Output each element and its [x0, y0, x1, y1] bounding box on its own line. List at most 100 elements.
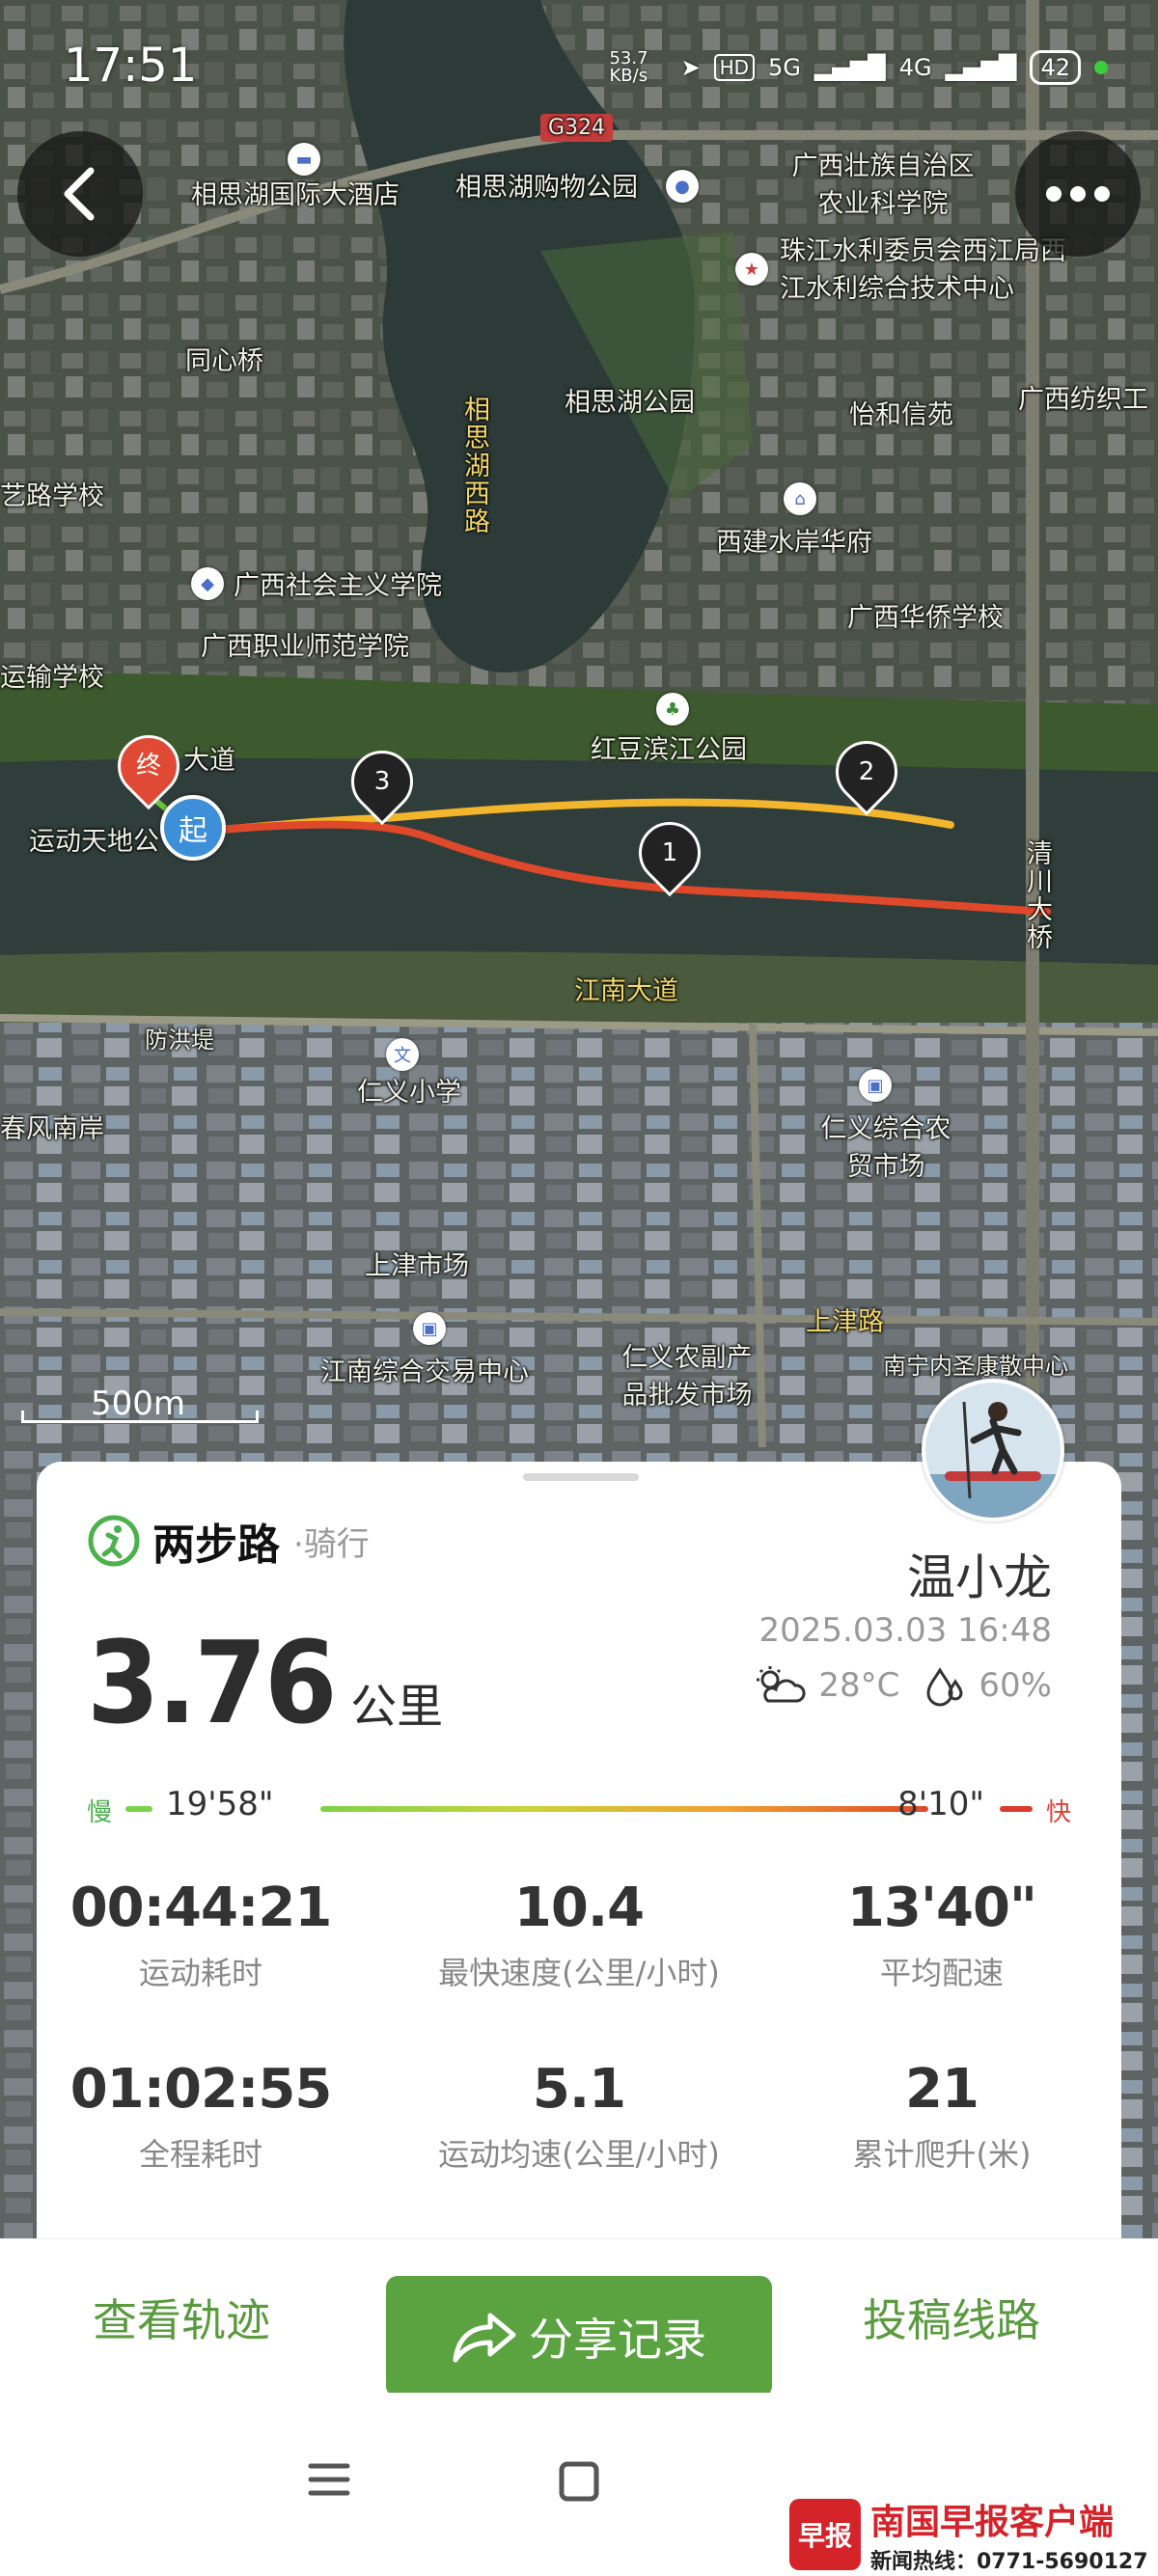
share-arrow-icon	[453, 2313, 516, 2363]
stat-value: 21	[905, 2058, 979, 2121]
status-icons: 53.7 KB/s ➤ HD 5G ▂▄▆█ 4G ▂▄▆█ 42	[609, 50, 1108, 85]
map-label: 艺路学校	[0, 481, 104, 511]
battery-icon: 42	[1030, 50, 1081, 85]
watermark-title: 南国早报客户端	[870, 2503, 1115, 2542]
map-label: 怡和信苑	[849, 400, 953, 430]
map-label: 同心桥	[185, 346, 263, 376]
status-bar: 17:51 53.7 KB/s ➤ HD 5G ▂▄▆█ 4G ▂▄▆█ 42	[0, 0, 1158, 135]
share-button[interactable]: 分享记录	[386, 2276, 772, 2398]
map-label: 相思湖购物公园	[455, 173, 638, 203]
map-label: 仁义综合农贸市场	[820, 1114, 951, 1182]
km-marker-label: 1	[661, 838, 678, 867]
map-label: 防洪堤	[145, 1027, 214, 1054]
status-time: 17:51	[64, 39, 198, 93]
map-label: 江南综合交易中心	[320, 1357, 529, 1387]
brand-logo-icon	[88, 1515, 140, 1567]
watermark-logo: 早报	[789, 2499, 861, 2570]
watermark-text: 南国早报客户端 新闻热线：0771-5690127	[870, 2494, 1148, 2575]
map-label: 广西职业师范学院	[201, 632, 409, 662]
start-marker-label: 起	[179, 814, 207, 848]
map-label: 南宁内圣康散中心	[883, 1353, 1068, 1380]
market-icon[interactable]: ▣	[859, 1069, 892, 1102]
pace-gradient	[320, 1806, 928, 1812]
map-label: 红豆滨江公园	[591, 735, 747, 765]
activity-summary-card: 两步路 ·骑行 温小龙 2025.03.03 16:48 28°C 60% 3.…	[37, 1379, 1121, 2238]
signal-5g-icon: 5G	[768, 54, 801, 81]
stat-value: 01:02:55	[69, 2058, 333, 2121]
stat-value: 5.1	[532, 2058, 626, 2121]
market-icon[interactable]: ▣	[413, 1312, 446, 1345]
view-track-button[interactable]: 查看轨迹	[93, 2286, 270, 2349]
more-button[interactable]	[1015, 131, 1141, 257]
fast-label: 快	[1045, 1798, 1071, 1827]
stat-label: 平均配速	[879, 1955, 1004, 1991]
home-square-icon[interactable]	[558, 2460, 600, 2503]
km-marker-label: 3	[373, 767, 391, 796]
user-name: 温小龙	[907, 1549, 1052, 1605]
privacy-dot-icon	[1094, 61, 1108, 74]
stat-label: 最快速度(公里/小时)	[438, 1955, 720, 1991]
stat-moving-time: 00:44:21 运动耗时	[37, 1877, 365, 1993]
map-label: 运输学校	[0, 663, 104, 693]
watermark-hotline: 新闻热线：0771-5690127	[870, 2550, 1148, 2574]
gov-icon[interactable]: ★	[735, 253, 768, 286]
activity-datetime: 2025.03.03 16:48	[758, 1611, 1052, 1650]
distance: 3.76 公里	[87, 1616, 443, 1749]
stat-total-time: 01:02:55 全程耗时	[37, 2058, 365, 2175]
map-label-road: 相思湖西路	[459, 396, 489, 535]
stat-value: 13'40"	[846, 1877, 1037, 1939]
school-icon[interactable]: 文	[386, 1038, 419, 1071]
more-dots-icon	[1046, 186, 1110, 202]
km-marker-label: 2	[858, 757, 875, 786]
signal-bars-icon: ▂▄▆█	[945, 54, 1017, 81]
avatar-image	[925, 1383, 1061, 1518]
map-label: 广西纺织工	[1018, 385, 1148, 415]
map-label: 春风南岸	[0, 1114, 104, 1144]
slowest-pace: 19'58"	[166, 1785, 274, 1823]
stat-label: 运动均速(公里/小时)	[438, 2136, 720, 2173]
home-icon[interactable]: ⌂	[784, 482, 816, 515]
slow-label: 慢	[87, 1798, 113, 1827]
location-icon: ➤	[680, 54, 701, 81]
shop-icon[interactable]: ●	[666, 170, 699, 203]
activity-type: ·骑行	[293, 1524, 370, 1564]
map-label: 西建水岸华府	[716, 528, 872, 558]
stat-label: 累计爬升(米)	[852, 2136, 1032, 2173]
distance-value: 3.76	[87, 1616, 338, 1749]
menu-icon[interactable]	[307, 2460, 351, 2499]
humidity-icon	[926, 1667, 963, 1707]
map-label: 大道	[183, 746, 235, 776]
map-label-road: 江南大道	[574, 976, 678, 1006]
park-icon[interactable]: ♣	[656, 693, 689, 726]
avatar[interactable]	[922, 1379, 1064, 1521]
start-marker[interactable]: 起	[160, 795, 226, 861]
drag-handle[interactable]	[523, 1473, 639, 1481]
stat-max-speed: 10.4 最快速度(公里/小时)	[415, 1877, 743, 1993]
weather-info: 28°C 60%	[753, 1664, 1052, 1707]
map-label: 广西社会主义学院	[234, 571, 442, 601]
net-speed: 53.7 KB/s	[609, 48, 648, 86]
hd-icon: HD	[713, 54, 756, 81]
map-label: 相思湖国际大酒店	[191, 180, 400, 210]
distance-unit: 公里	[350, 1680, 444, 1734]
humidity: 60%	[979, 1666, 1052, 1705]
map-label: 广西壮族自治区农业科学院	[791, 151, 975, 219]
signal-bars-icon: ▂▄▆█	[813, 54, 886, 81]
end-marker-label: 终	[135, 752, 161, 781]
stat-value: 10.4	[513, 1877, 645, 1939]
map-label: 仁义小学	[357, 1078, 461, 1108]
school-icon[interactable]: ◆	[191, 567, 224, 600]
map-label: 相思湖公园	[565, 388, 695, 418]
signal-4g-icon: 4G	[898, 54, 932, 81]
hotel-icon[interactable]: ▬	[288, 143, 320, 176]
stat-label: 全程耗时	[138, 2136, 262, 2173]
map-label: 清川大桥	[1022, 839, 1052, 951]
watermark: 早报 南国早报客户端 新闻热线：0771-5690127	[789, 2494, 1148, 2575]
submit-route-button[interactable]: 投稿线路	[863, 2286, 1040, 2349]
stat-avg-speed: 5.1 运动均速(公里/小时)	[415, 2058, 743, 2175]
temperature: 28°C	[818, 1666, 900, 1705]
back-button[interactable]	[17, 131, 143, 257]
map-label: 仁义农副产品批发市场	[621, 1343, 753, 1411]
brand-name: 两步路	[152, 1521, 280, 1570]
chevron-left-icon	[64, 167, 95, 221]
